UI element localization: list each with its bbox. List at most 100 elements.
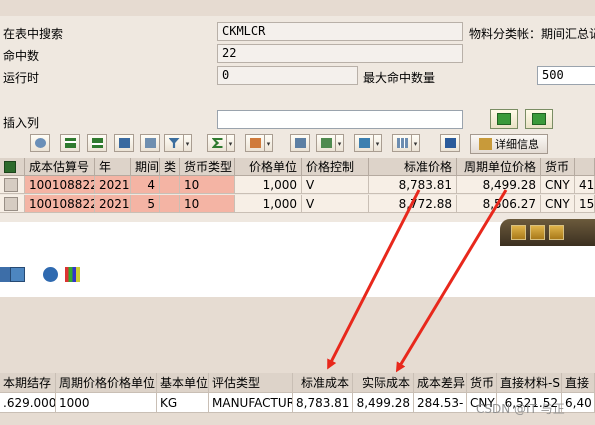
table-cell[interactable]: 8,499.28 (353, 393, 414, 413)
minimize-button[interactable] (511, 225, 526, 240)
col-header[interactable]: 直接材料-S (497, 373, 562, 393)
table-cell[interactable]: 284.53- (414, 393, 467, 413)
col-header[interactable]: 货币 (541, 158, 575, 176)
insert-column-input[interactable] (217, 110, 463, 129)
col-header[interactable]: 评估类型 (209, 373, 293, 393)
insert-before-icon (497, 113, 511, 125)
sum-icon (211, 138, 223, 148)
table-cell[interactable] (160, 195, 180, 213)
subtotal-icon (249, 138, 261, 148)
col-header[interactable]: 直接 (562, 373, 595, 393)
table-cell[interactable]: KG (157, 393, 209, 413)
help-icon[interactable] (43, 267, 58, 282)
table-cell[interactable]: CNY (541, 176, 575, 194)
col-header[interactable]: 期间 (131, 158, 160, 176)
col-header[interactable]: 货币 (467, 373, 497, 393)
hits-field: 22 (217, 44, 463, 63)
sum-dropdown[interactable]: ▾ (227, 134, 235, 152)
max-hits-input[interactable]: 500 (537, 66, 595, 85)
print-button[interactable] (290, 134, 310, 152)
views-button[interactable] (316, 134, 336, 152)
table-cell[interactable]: 4 (131, 176, 160, 194)
export-dropdown[interactable]: ▾ (374, 134, 382, 152)
maximize-button[interactable] (530, 225, 545, 240)
search-button[interactable] (114, 134, 134, 152)
table-cell[interactable]: 415 (575, 176, 595, 194)
col-header[interactable]: 成本估算号 (25, 158, 95, 176)
table-cell[interactable]: 8,783.81 (369, 176, 457, 194)
table-cell[interactable]: 5 (131, 195, 160, 213)
layout-icon (396, 138, 408, 148)
table-cell[interactable]: 10 (180, 195, 235, 213)
subtotal-button[interactable] (245, 134, 265, 152)
export-button[interactable] (354, 134, 374, 152)
category-label: 物料分类帐：期间汇总记 (469, 27, 595, 41)
col-header[interactable]: 类 (160, 158, 180, 176)
col-header[interactable]: 本期结存 (0, 373, 56, 393)
table-row[interactable]: 100108822 2021 5 10 1,000 V 8,772.88 8,5… (0, 195, 595, 213)
col-header[interactable]: 标准价格 (369, 158, 457, 176)
find-button[interactable] (30, 134, 50, 152)
table-cell[interactable]: 1,000 (235, 195, 302, 213)
table-cell[interactable]: 8,783.81 (293, 393, 353, 413)
table-cell[interactable]: CNY (541, 195, 575, 213)
table-cell[interactable]: 154 (575, 195, 595, 213)
search-field[interactable]: CKMLCR (217, 22, 463, 41)
table-cell[interactable]: .629.000 (0, 393, 56, 413)
table-cell[interactable]: V (302, 195, 369, 213)
table-cell[interactable]: 10 (180, 176, 235, 194)
table-cell[interactable]: 6,40 (562, 393, 595, 413)
filter-dropdown[interactable]: ▾ (184, 134, 192, 152)
layout-dropdown[interactable]: ▾ (412, 134, 420, 152)
details-button[interactable]: 详细信息 (470, 134, 548, 154)
secondary-window (0, 222, 500, 297)
col-header[interactable]: 标准成本 (293, 373, 353, 393)
col-header[interactable] (575, 158, 595, 176)
col-header[interactable]: 价格单位 (235, 158, 302, 176)
binoculars-icon (118, 138, 130, 148)
table-cell[interactable]: 2021 (95, 195, 131, 213)
table-cell[interactable]: 8,506.27 (457, 195, 541, 213)
search-next-button[interactable] (140, 134, 160, 152)
col-header[interactable]: 成本差异 (414, 373, 467, 393)
sort-descending-button[interactable] (87, 134, 107, 152)
table-cell[interactable]: 1000 (56, 393, 157, 413)
filter-button[interactable] (164, 134, 184, 152)
select-all-icon[interactable] (0, 158, 25, 176)
close-button[interactable] (549, 225, 564, 240)
hits-label: 命中数 (3, 49, 40, 63)
secondary-window-right (500, 246, 595, 297)
subtotal-dropdown[interactable]: ▾ (265, 134, 273, 152)
col-header[interactable]: 周期单位价格 (457, 158, 541, 176)
views-dropdown[interactable]: ▾ (336, 134, 344, 152)
print-icon (294, 138, 306, 148)
table-cell[interactable] (160, 176, 180, 194)
col-header[interactable]: 年 (95, 158, 131, 176)
table-row[interactable]: 100108822 2021 4 10 1,000 V 8,783.81 8,4… (0, 176, 595, 194)
table-cell[interactable]: 1,000 (235, 176, 302, 194)
insert-after-button[interactable] (525, 109, 553, 129)
col-header[interactable]: 基本单位 (157, 373, 209, 393)
info-button[interactable] (440, 134, 460, 152)
col-header[interactable]: 实际成本 (353, 373, 414, 393)
row-selector[interactable] (0, 195, 25, 213)
export-window-icon[interactable] (10, 267, 25, 282)
sum-button[interactable] (207, 134, 227, 152)
col-header[interactable]: 周期价格价格单位 (56, 373, 157, 393)
table-cell[interactable]: 8,499.28 (457, 176, 541, 194)
table-cell[interactable]: MANUFACTUR (209, 393, 293, 413)
table-cell[interactable]: 100108822 (25, 176, 95, 194)
layout-button[interactable] (392, 134, 412, 152)
insert-before-button[interactable] (490, 109, 518, 129)
insert-column-label: 插入列 (3, 116, 40, 130)
color-settings-icon[interactable] (65, 267, 80, 282)
table-cell[interactable]: 100108822 (25, 195, 95, 213)
row-selector[interactable] (0, 176, 25, 194)
table-cell[interactable]: 2021 (95, 176, 131, 194)
col-header[interactable]: 货币类型 (180, 158, 235, 176)
table-cell[interactable]: 8,772.88 (369, 195, 457, 213)
table-cell[interactable]: V (302, 176, 369, 194)
max-hits-label: 最大命中数量 (363, 71, 436, 85)
col-header[interactable]: 价格控制 (302, 158, 369, 176)
sort-ascending-button[interactable] (60, 134, 80, 152)
